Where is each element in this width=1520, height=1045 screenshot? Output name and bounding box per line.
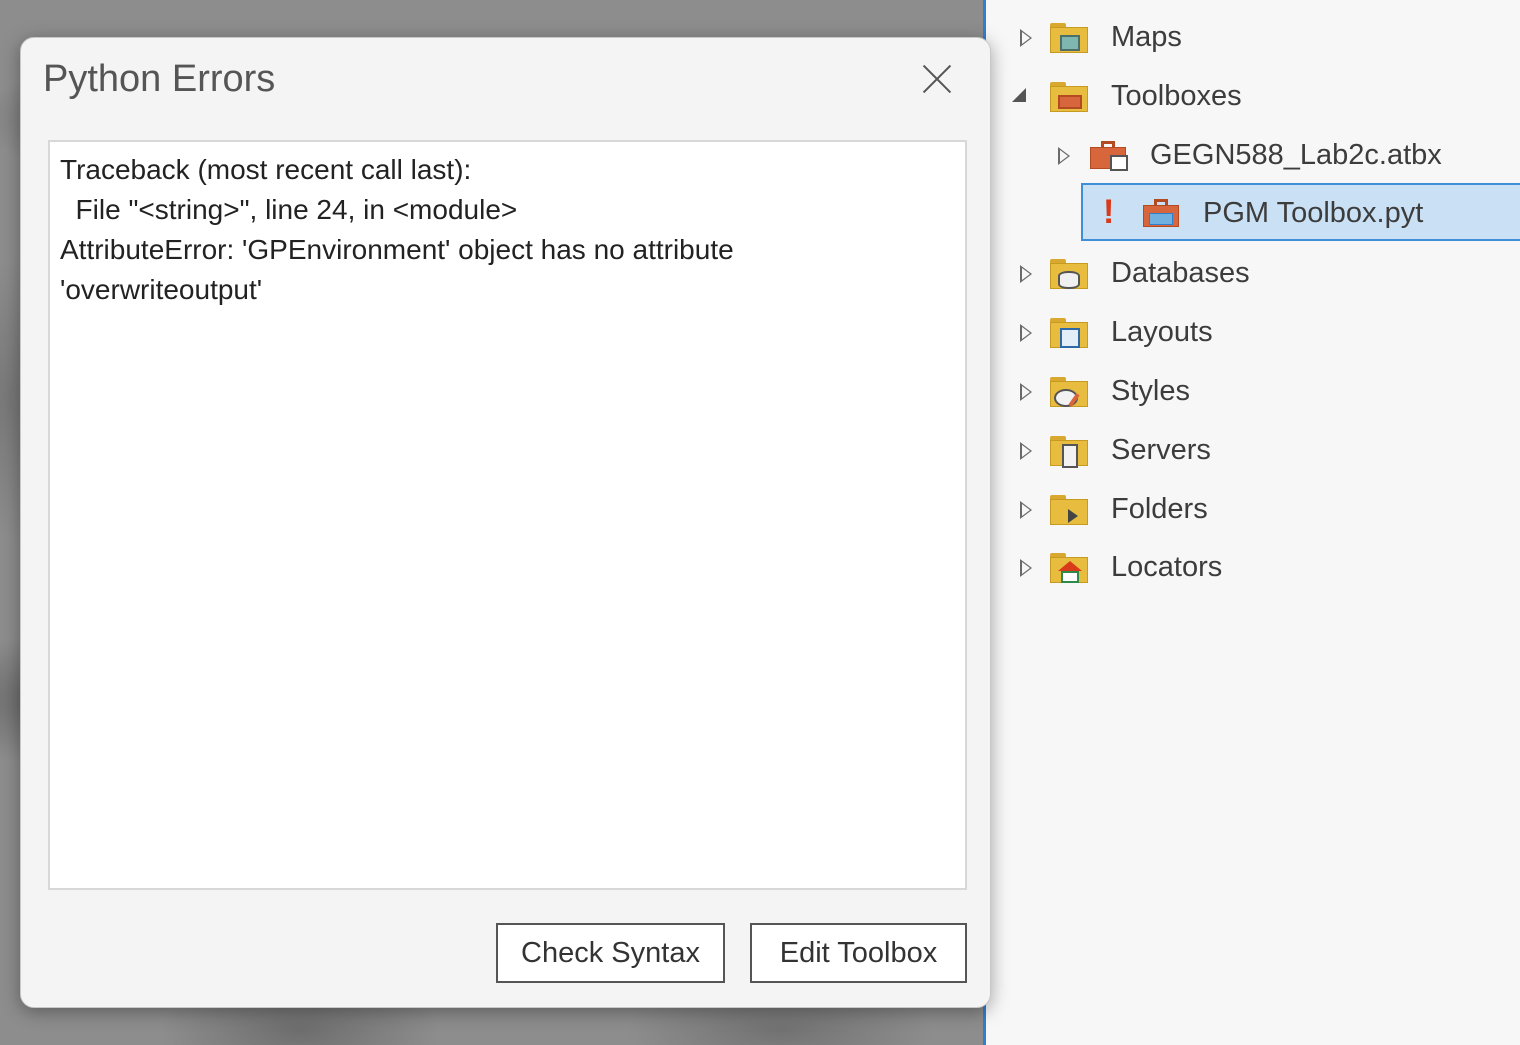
- catalog-item-label: Toolboxes: [1111, 80, 1242, 112]
- catalog-item-label: Locators: [1111, 551, 1223, 583]
- dialog-title: Python Errors: [43, 58, 276, 100]
- expand-arrow-icon[interactable]: [1020, 559, 1032, 577]
- expand-arrow-icon[interactable]: [1020, 442, 1032, 460]
- styles-folder-icon: [1050, 377, 1088, 407]
- catalog-item-label: GEGN588_Lab2c.atbx: [1150, 139, 1442, 171]
- catalog-item-label: Styles: [1111, 375, 1190, 407]
- expand-arrow-icon[interactable]: [1058, 147, 1070, 165]
- expand-arrow-icon[interactable]: [1020, 265, 1032, 283]
- databases-folder-icon: [1050, 259, 1088, 289]
- catalog-item-pgm-toolbox-pyt[interactable]: ! PGM Toolbox.pyt: [1081, 183, 1520, 241]
- edit-toolbox-button[interactable]: Edit Toolbox: [750, 923, 967, 983]
- collapse-arrow-icon[interactable]: [1012, 88, 1026, 102]
- expand-arrow-icon[interactable]: [1020, 383, 1032, 401]
- locators-folder-icon: [1050, 553, 1088, 583]
- catalog-item-label: Layouts: [1111, 316, 1213, 348]
- error-message-box[interactable]: Traceback (most recent call last): File …: [48, 140, 967, 890]
- catalog-item-label: Maps: [1111, 21, 1182, 53]
- servers-folder-icon: [1050, 436, 1088, 468]
- catalog-item-label: PGM Toolbox.pyt: [1203, 197, 1424, 229]
- maps-folder-icon: [1050, 23, 1088, 53]
- expand-arrow-icon[interactable]: [1020, 501, 1032, 519]
- check-syntax-button[interactable]: Check Syntax: [496, 923, 725, 983]
- error-line: AttributeError: 'GPEnvironment' object h…: [60, 234, 734, 265]
- error-status-icon: !: [1103, 193, 1115, 231]
- expand-arrow-icon[interactable]: [1020, 29, 1032, 47]
- close-icon[interactable]: [919, 60, 955, 96]
- catalog-item-locators[interactable]: Locators: [1016, 539, 1496, 597]
- catalog-item-databases[interactable]: Databases: [1016, 245, 1496, 303]
- catalog-item-layouts[interactable]: Layouts: [1016, 304, 1496, 362]
- catalog-item-label: Databases: [1111, 257, 1250, 289]
- expand-arrow-icon[interactable]: [1020, 324, 1032, 342]
- folders-folder-icon: [1050, 495, 1088, 525]
- error-line: 'overwriteoutput': [60, 274, 263, 305]
- error-line: File "<string>", line 24, in <module>: [60, 194, 518, 225]
- home-toolbox-icon: [1090, 141, 1128, 171]
- error-line: Traceback (most recent call last):: [60, 154, 472, 185]
- layouts-folder-icon: [1050, 318, 1088, 348]
- catalog-item-styles[interactable]: Styles: [1016, 363, 1496, 421]
- catalog-item-maps[interactable]: Maps: [1016, 9, 1496, 67]
- catalog-item-label: Servers: [1111, 434, 1211, 466]
- catalog-item-servers[interactable]: Servers: [1016, 422, 1496, 480]
- python-toolbox-icon: [1143, 199, 1179, 227]
- python-errors-dialog: Python Errors Traceback (most recent cal…: [20, 37, 991, 1008]
- catalog-item-toolboxes[interactable]: Toolboxes: [1010, 68, 1490, 126]
- catalog-item-gegn588-lab2c-atbx[interactable]: GEGN588_Lab2c.atbx: [1056, 127, 1496, 185]
- catalog-item-folders[interactable]: Folders: [1016, 481, 1496, 539]
- toolboxes-folder-icon: [1050, 82, 1088, 112]
- catalog-item-label: Folders: [1111, 493, 1208, 525]
